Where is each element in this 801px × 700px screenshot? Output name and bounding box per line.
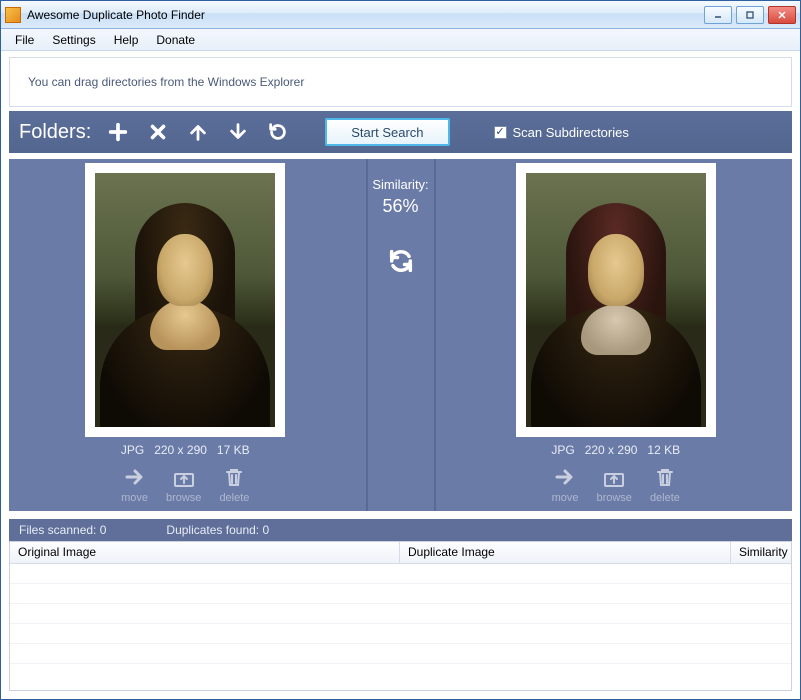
col-duplicate[interactable]: Duplicate Image xyxy=(400,542,731,563)
titlebar: Awesome Duplicate Photo Finder xyxy=(1,1,800,29)
reset-button[interactable] xyxy=(265,119,291,145)
left-format: JPG xyxy=(121,443,144,457)
refresh-comparison-button[interactable] xyxy=(387,247,415,278)
right-delete-button[interactable]: delete xyxy=(650,465,680,504)
table-header: Original Image Duplicate Image Similarit… xyxy=(10,542,791,564)
left-browse-button[interactable]: browse xyxy=(166,465,201,504)
table-row xyxy=(10,564,791,584)
checkbox-icon: ✓ xyxy=(494,126,507,139)
table-row xyxy=(10,604,791,624)
similarity-panel: Similarity: 56% xyxy=(366,159,436,511)
right-image-pane: JPG 220 x 290 12 KB move browse xyxy=(440,159,793,511)
app-window: Awesome Duplicate Photo Finder File Sett… xyxy=(0,0,801,700)
remove-folder-button[interactable] xyxy=(145,119,171,145)
menu-settings[interactable]: Settings xyxy=(44,31,103,49)
start-search-button[interactable]: Start Search xyxy=(325,118,449,146)
right-image-frame xyxy=(516,163,716,437)
move-up-button[interactable] xyxy=(185,119,211,145)
left-move-button[interactable]: move xyxy=(121,465,148,504)
refresh-icon xyxy=(387,264,415,278)
duplicates-found: Duplicates found: 0 xyxy=(166,523,269,537)
right-move-button[interactable]: move xyxy=(552,465,579,504)
trash-icon xyxy=(222,465,246,492)
trash-icon xyxy=(653,465,677,492)
left-delete-button[interactable]: delete xyxy=(219,465,249,504)
left-size: 17 KB xyxy=(217,443,250,457)
right-browse-button[interactable]: browse xyxy=(596,465,631,504)
table-body xyxy=(10,564,791,690)
scan-subdirectories-checkbox[interactable]: ✓ Scan Subdirectories xyxy=(494,125,629,140)
left-image-pane: JPG 220 x 290 17 KB move browse xyxy=(9,159,362,511)
app-icon xyxy=(5,7,21,23)
right-image-actions: move browse delete xyxy=(552,465,680,504)
window-title: Awesome Duplicate Photo Finder xyxy=(27,8,205,22)
start-search-label: Start Search xyxy=(351,125,423,140)
close-button[interactable] xyxy=(768,6,796,24)
arrow-right-icon xyxy=(123,465,147,492)
col-similarity[interactable]: Similarity xyxy=(731,542,791,563)
right-format: JPG xyxy=(551,443,574,457)
left-image-frame xyxy=(85,163,285,437)
maximize-button[interactable] xyxy=(736,6,764,24)
left-browse-label: browse xyxy=(166,492,201,504)
left-image-actions: move browse delete xyxy=(121,465,249,504)
right-browse-label: browse xyxy=(596,492,631,504)
right-dimensions: 220 x 290 xyxy=(585,443,638,457)
folder-up-icon xyxy=(602,465,626,492)
results-table: Original Image Duplicate Image Similarit… xyxy=(9,541,792,691)
left-dimensions: 220 x 290 xyxy=(154,443,207,457)
similarity-value: 56% xyxy=(382,196,418,217)
menu-file[interactable]: File xyxy=(7,31,42,49)
right-delete-label: delete xyxy=(650,492,680,504)
minimize-button[interactable] xyxy=(704,6,732,24)
right-size: 12 KB xyxy=(647,443,680,457)
menu-donate[interactable]: Donate xyxy=(148,31,203,49)
drop-area[interactable]: You can drag directories from the Window… xyxy=(9,57,792,107)
left-move-label: move xyxy=(121,492,148,504)
right-image xyxy=(526,173,706,427)
files-scanned: Files scanned: 0 xyxy=(19,523,106,537)
table-row xyxy=(10,644,791,664)
arrow-right-icon xyxy=(553,465,577,492)
table-row xyxy=(10,624,791,644)
move-down-button[interactable] xyxy=(225,119,251,145)
left-delete-label: delete xyxy=(219,492,249,504)
right-move-label: move xyxy=(552,492,579,504)
similarity-label: Similarity: xyxy=(372,177,428,192)
add-folder-button[interactable] xyxy=(105,119,131,145)
folders-toolbar: Folders: Start Search ✓ Scan Subdirector… xyxy=(9,111,792,153)
menu-help[interactable]: Help xyxy=(106,31,147,49)
drop-hint-text: You can drag directories from the Window… xyxy=(28,75,304,89)
scan-subdirectories-label: Scan Subdirectories xyxy=(513,125,629,140)
compare-area: JPG 220 x 290 17 KB move browse xyxy=(9,159,792,511)
left-image xyxy=(95,173,275,427)
folders-label: Folders: xyxy=(19,121,91,144)
menubar: File Settings Help Donate xyxy=(1,29,800,51)
table-row xyxy=(10,584,791,604)
right-image-meta: JPG 220 x 290 12 KB xyxy=(551,443,680,457)
col-original[interactable]: Original Image xyxy=(10,542,400,563)
left-image-meta: JPG 220 x 290 17 KB xyxy=(121,443,250,457)
status-bar: Files scanned: 0 Duplicates found: 0 xyxy=(9,519,792,541)
folder-up-icon xyxy=(172,465,196,492)
